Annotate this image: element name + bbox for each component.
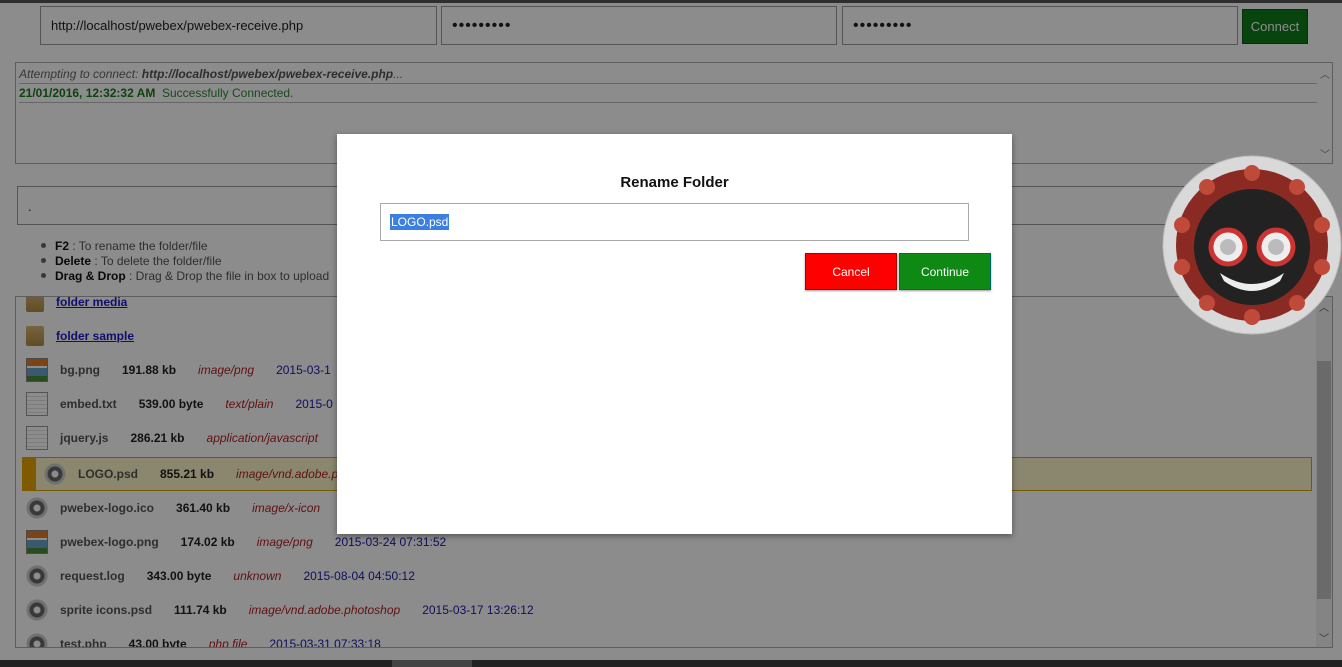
bottom-bar-segment: [392, 660, 472, 667]
rename-input-value[interactable]: LOGO.psd: [390, 214, 450, 230]
cancel-button[interactable]: Cancel: [805, 253, 897, 290]
continue-button[interactable]: Continue: [899, 253, 991, 290]
rename-dialog: Rename Folder LOGO.psd Cancel Continue: [337, 134, 1012, 534]
dialog-title: Rename Folder: [620, 174, 729, 191]
pwebex-logo-icon: [1162, 155, 1342, 335]
rename-input[interactable]: LOGO.psd: [380, 203, 969, 241]
bottom-bar: [0, 660, 1342, 667]
